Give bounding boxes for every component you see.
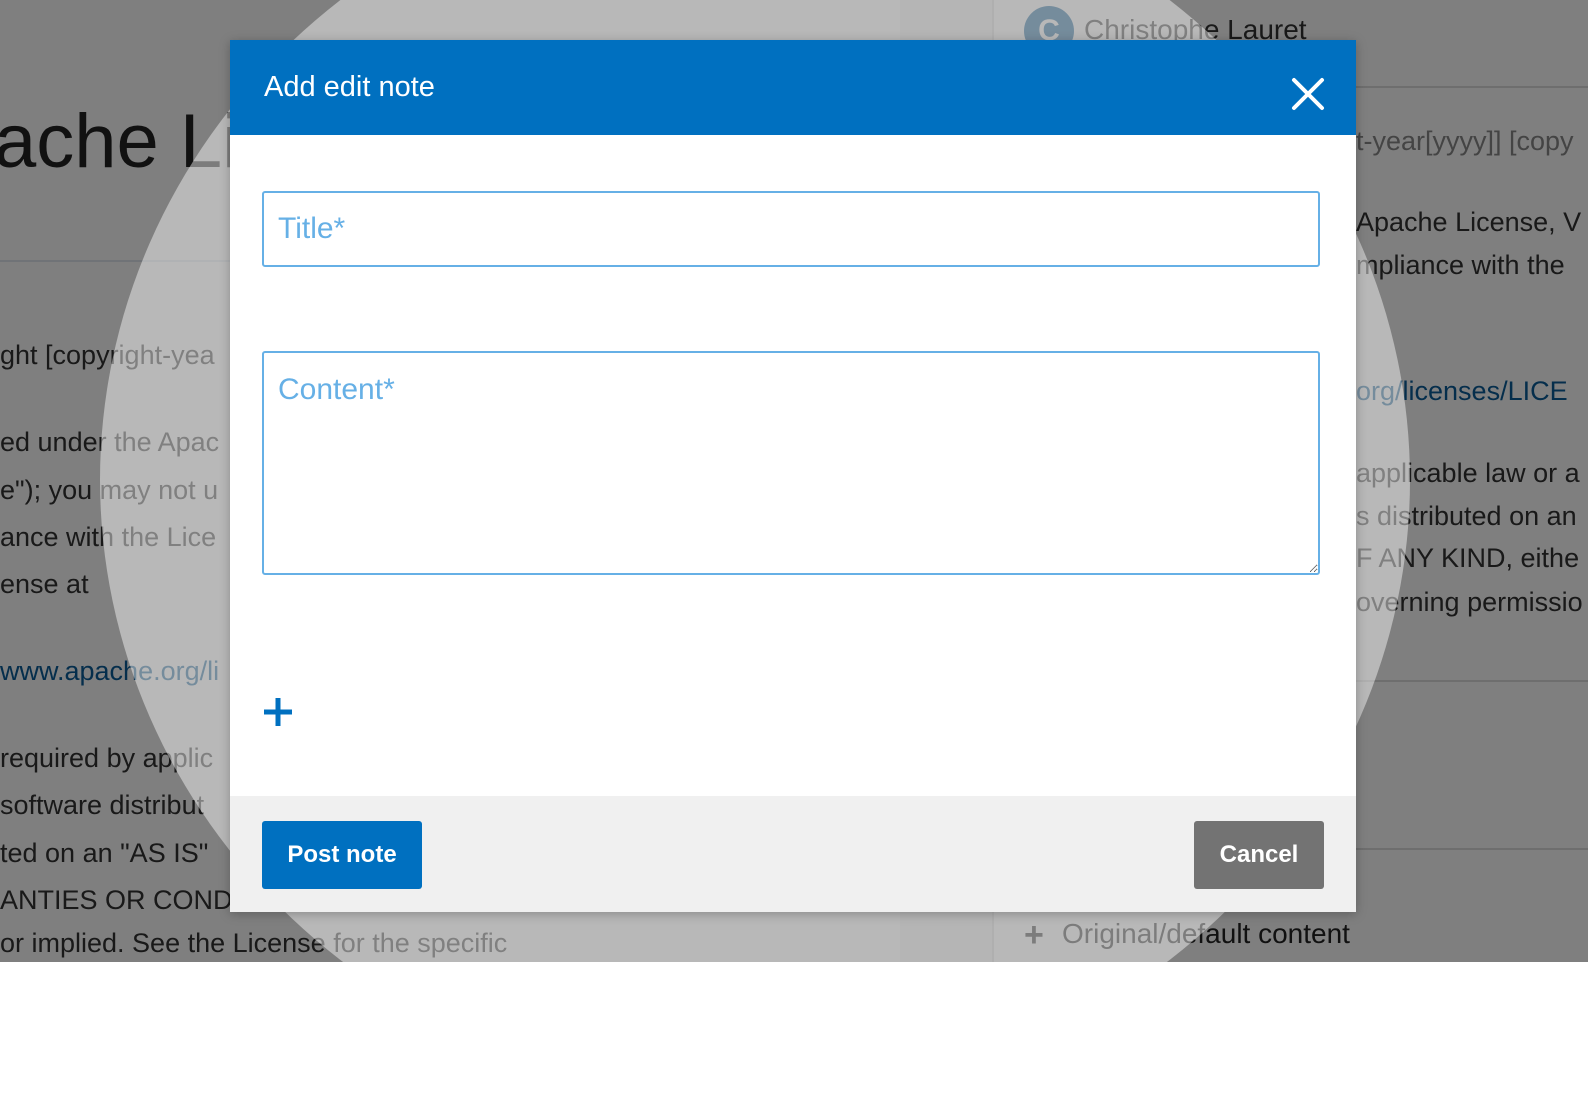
content-textarea[interactable]	[262, 351, 1320, 575]
add-edit-note-dialog: Add edit note Post note Cancel	[230, 40, 1356, 912]
title-input[interactable]	[262, 191, 1320, 267]
dialog-header: Add edit note	[230, 40, 1356, 135]
post-note-button[interactable]: Post note	[262, 821, 422, 889]
plus-icon[interactable]	[261, 695, 295, 729]
close-icon[interactable]	[1288, 74, 1328, 114]
dialog-footer: Post note Cancel	[230, 796, 1356, 912]
dialog-title: Add edit note	[264, 71, 435, 103]
cancel-button[interactable]: Cancel	[1194, 821, 1324, 889]
